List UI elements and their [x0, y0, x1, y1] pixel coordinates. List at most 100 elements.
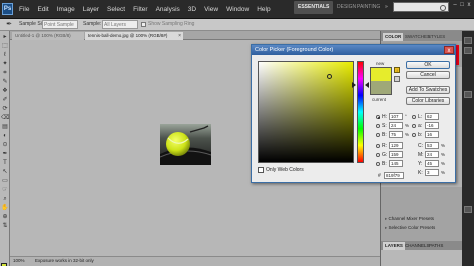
menu-3d[interactable]: 3D	[184, 6, 200, 13]
actions-icon[interactable]	[464, 47, 472, 54]
current-color-swatch[interactable]	[370, 81, 392, 95]
eyedropper-icon[interactable]: ✒	[2, 20, 16, 29]
a-channel-radio[interactable]	[412, 124, 416, 128]
hue-radio[interactable]	[376, 115, 380, 119]
current-label: current	[372, 97, 387, 102]
workspace-more-button[interactable]: »	[381, 1, 389, 14]
tab-paths[interactable]: PATHS	[427, 242, 445, 250]
b-channel-radio[interactable]	[412, 133, 416, 137]
only-web-colors-checkbox[interactable]	[258, 167, 264, 173]
maximize-button[interactable]: □	[459, 1, 465, 9]
menu-view[interactable]: View	[200, 6, 222, 13]
b-channel-input[interactable]: 16	[425, 131, 439, 138]
tab-layers[interactable]: LAYERS	[383, 242, 405, 250]
shape-tool-icon[interactable]: ▭	[1, 177, 9, 185]
brightness-input[interactable]: 75	[389, 131, 403, 138]
black-input[interactable]: 3	[425, 169, 439, 176]
show-ring-checkbox[interactable]	[141, 22, 146, 27]
close-button[interactable]: x	[466, 1, 472, 9]
blue-input[interactable]: 145	[389, 160, 403, 167]
blue-radio[interactable]	[376, 162, 380, 166]
list-item[interactable]: Selective Color Presets	[385, 224, 436, 232]
saturation-radio[interactable]	[376, 124, 380, 128]
minimize-button[interactable]: –	[452, 1, 458, 9]
ok-button[interactable]: OK	[406, 61, 450, 69]
add-to-swatches-button[interactable]: Add To Swatches	[406, 86, 450, 94]
document-tab[interactable]: Untitled-1 @ 100% (RGB/8)	[12, 32, 84, 40]
gamut-warning-icon[interactable]: !	[394, 67, 400, 73]
search-input[interactable]	[393, 2, 449, 12]
hand-tool-icon[interactable]: ✋	[1, 204, 9, 212]
dodge-tool-icon[interactable]: ⊙	[1, 141, 9, 149]
document-tab-active[interactable]: tennis-ball-demo.jpg @ 100% (RGB/8#) ×	[85, 32, 183, 40]
clone-stamp-tool-icon[interactable]: ⟳	[1, 105, 9, 113]
menu-layer[interactable]: Layer	[79, 6, 103, 13]
swap-colors-icon[interactable]: ⇅	[1, 222, 9, 230]
eraser-tool-icon[interactable]: ▤	[1, 123, 9, 131]
green-input[interactable]: 159	[389, 151, 403, 158]
move-tool-icon[interactable]: ▸	[1, 33, 9, 41]
hex-input[interactable]: 819f79	[384, 172, 404, 179]
3d-rotate-tool-icon[interactable]: ☞	[1, 186, 9, 194]
list-item[interactable]: Channel Mixer Presets	[385, 215, 435, 223]
workspace-essentials-button[interactable]: ESSENTIALS	[294, 1, 333, 14]
menu-help[interactable]: Help	[253, 6, 274, 13]
menu-edit[interactable]: Edit	[33, 6, 52, 13]
red-input[interactable]: 129	[389, 142, 403, 149]
type-tool-icon[interactable]: T	[1, 159, 9, 167]
green-radio[interactable]	[376, 153, 380, 157]
lasso-tool-icon[interactable]: ℓ	[1, 51, 9, 59]
menu-window[interactable]: Window	[222, 6, 253, 13]
history-brush-tool-icon[interactable]: ⌫	[1, 114, 9, 122]
menu-analysis[interactable]: Analysis	[152, 6, 184, 13]
brightness-radio[interactable]	[376, 133, 380, 137]
close-icon[interactable]: ×	[178, 32, 181, 40]
saturation-input[interactable]: 24	[389, 122, 403, 129]
dialog-close-button[interactable]: x	[444, 46, 454, 54]
zoom-level[interactable]: 100%	[13, 258, 25, 263]
healing-tool-icon[interactable]: ❖	[1, 87, 9, 95]
lightness-radio[interactable]	[412, 115, 416, 119]
zoom-tool-icon[interactable]: ⊕	[1, 213, 9, 221]
3d-camera-tool-icon[interactable]: ⌕	[1, 195, 9, 203]
red-radio[interactable]	[376, 144, 380, 148]
lightness-input[interactable]: 62	[425, 113, 439, 120]
menu-filter[interactable]: Filter	[129, 6, 151, 13]
gradient-tool-icon[interactable]: ◐	[1, 132, 9, 140]
menu-image[interactable]: Image	[53, 6, 79, 13]
brush-tool-icon[interactable]: ✐	[1, 96, 9, 104]
document-image[interactable]	[160, 124, 211, 165]
crop-tool-icon[interactable]: ⌗	[1, 69, 9, 77]
hue-slider-arrow-right-icon[interactable]	[365, 82, 369, 88]
sample-select[interactable]: All Layers	[102, 20, 138, 29]
cyan-input[interactable]: 53	[425, 142, 439, 149]
eyedropper-tool-icon[interactable]: ✎	[1, 78, 9, 86]
color-panel-tabs: COLOR SWATCHES STYLES	[381, 31, 463, 41]
path-select-tool-icon[interactable]: ↖	[1, 168, 9, 176]
tab-styles[interactable]: STYLES	[426, 33, 447, 41]
hue-input[interactable]: 107	[389, 113, 403, 120]
quick-select-tool-icon[interactable]: ✦	[1, 60, 9, 68]
pen-tool-icon[interactable]: ✒	[1, 150, 9, 158]
history-icon[interactable]	[464, 37, 472, 44]
magenta-input[interactable]: 24	[425, 151, 439, 158]
hue-slider-arrow-left-icon[interactable]	[352, 82, 356, 88]
web-safe-cube-icon[interactable]	[394, 76, 400, 82]
workspace-painting-button[interactable]: PAINTING	[353, 1, 380, 14]
cancel-button[interactable]: Cancel	[406, 71, 450, 79]
character-icon[interactable]	[464, 206, 472, 213]
a-channel-input[interactable]: -16	[425, 122, 439, 129]
color-libraries-button[interactable]: Color Libraries	[406, 97, 450, 105]
menu-select[interactable]: Select	[103, 6, 129, 13]
options-bar: ✒ Sample Size: Point Sample Sample: All …	[0, 19, 474, 31]
hue-slider[interactable]	[357, 61, 364, 163]
workspace-design-button[interactable]: DESIGN	[333, 1, 356, 14]
brush-presets-icon[interactable]	[464, 91, 472, 98]
yellow-input[interactable]: 45	[425, 160, 439, 167]
tab-color[interactable]: COLOR	[383, 33, 404, 41]
color-marker[interactable]	[327, 74, 332, 79]
menu-file[interactable]: File	[15, 6, 33, 13]
saturation-brightness-field[interactable]	[258, 61, 354, 163]
sample-size-select[interactable]: Point Sample	[42, 20, 78, 29]
marquee-tool-icon[interactable]: ⬚	[1, 42, 9, 50]
